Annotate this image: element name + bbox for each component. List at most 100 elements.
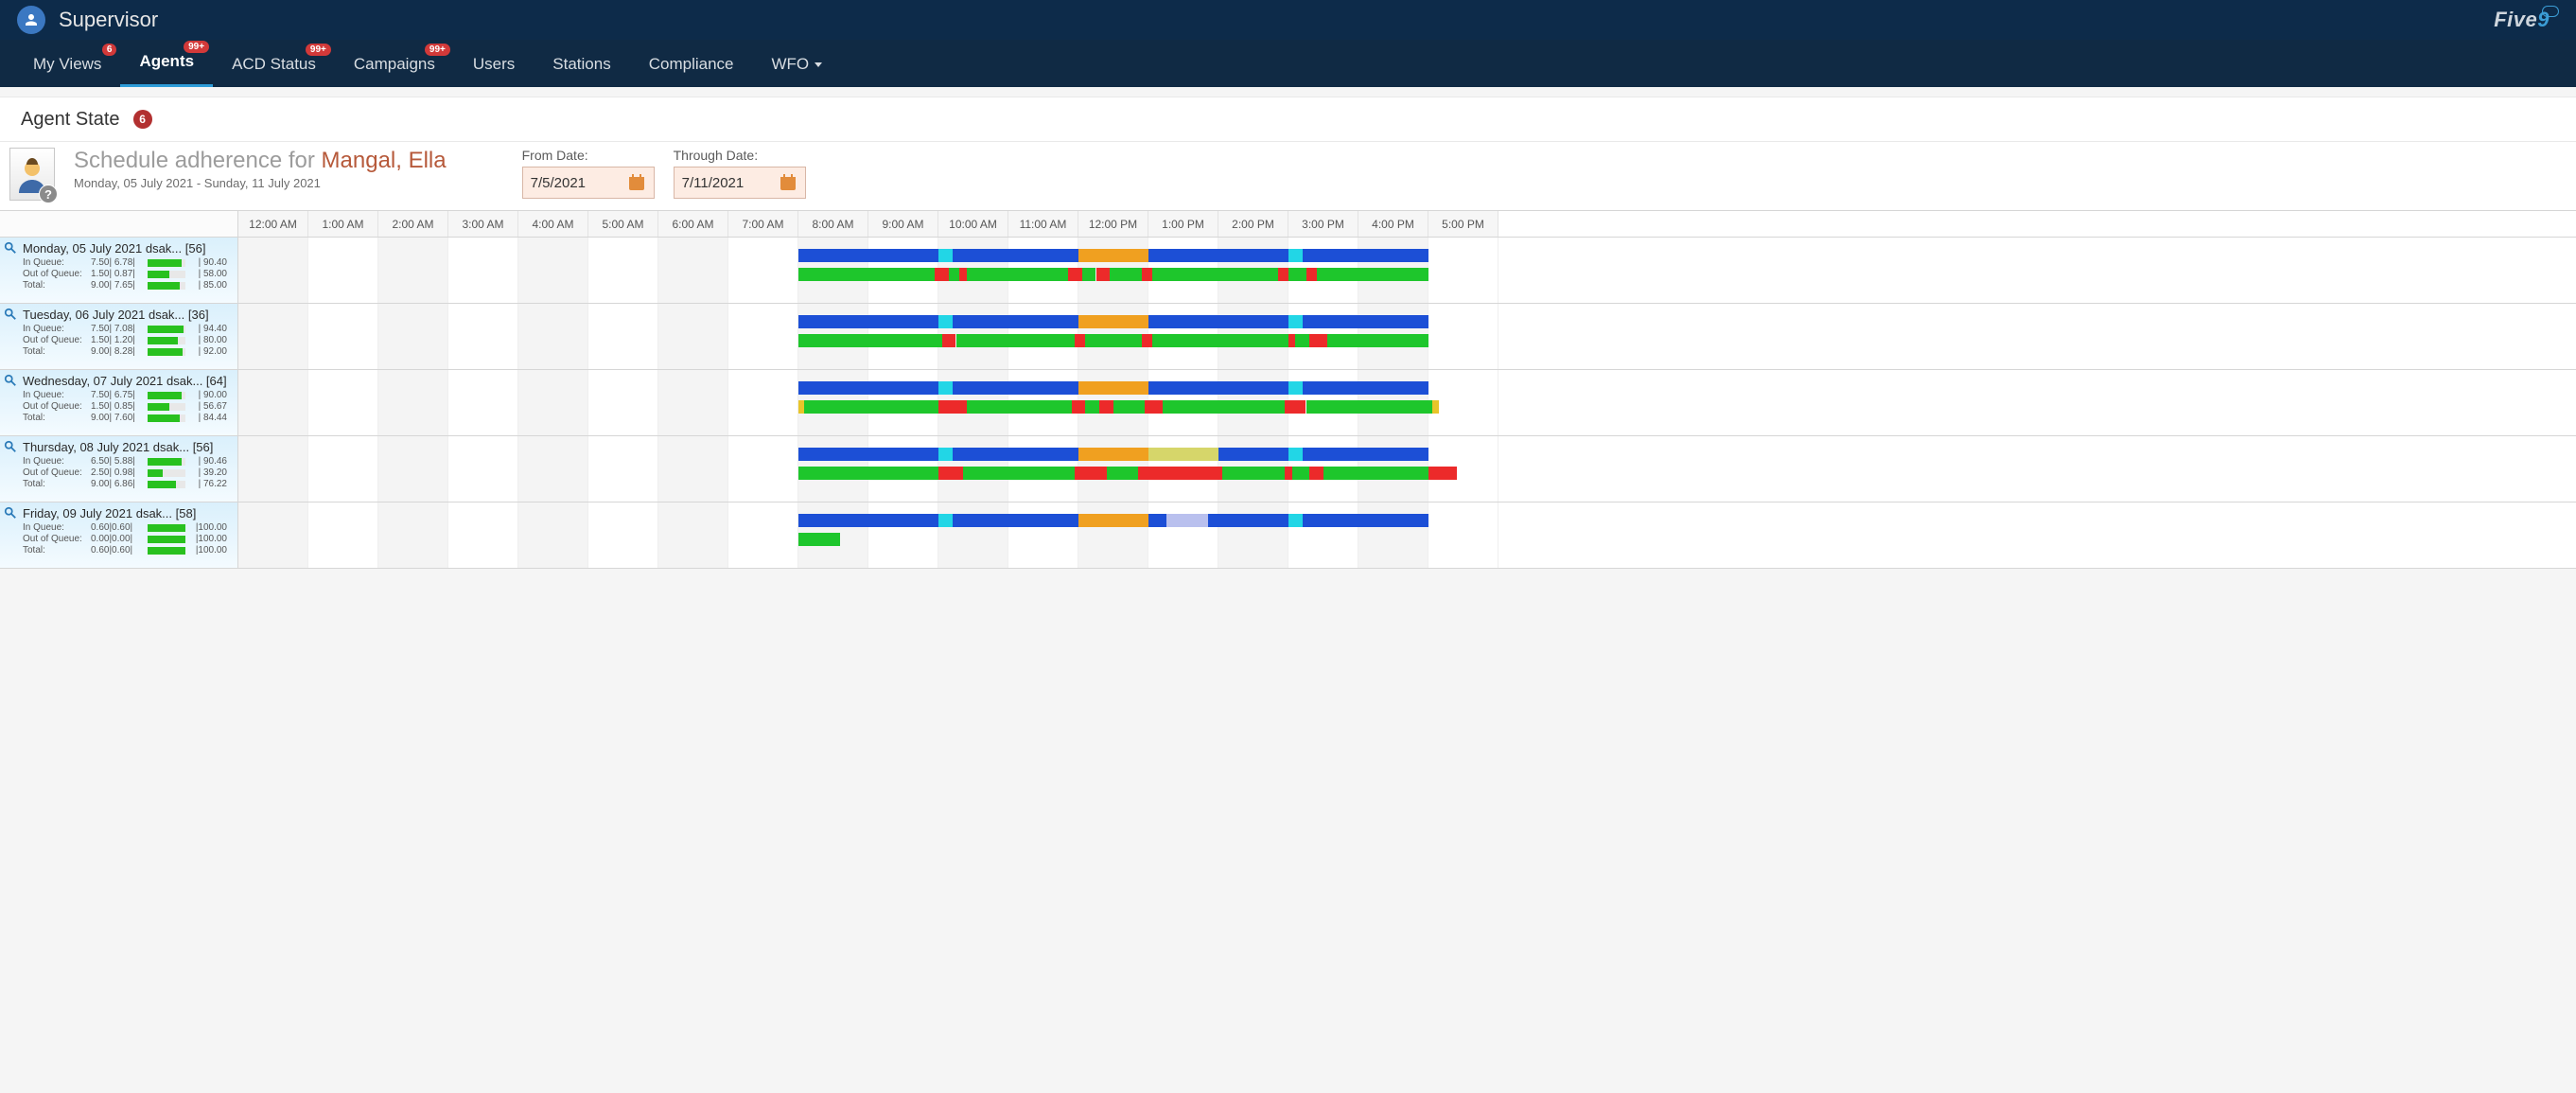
actual-segment[interactable] [1152,334,1288,347]
sched-segment[interactable] [938,381,953,395]
actual-segment[interactable] [1306,400,1432,414]
sched-segment[interactable] [1303,249,1428,262]
through-date-input[interactable] [682,175,758,191]
actual-segment[interactable] [938,467,963,480]
sched-segment[interactable] [953,381,1078,395]
actual-segment[interactable] [1306,268,1317,281]
nav-item-users[interactable]: Users [454,44,534,87]
sched-segment[interactable] [1148,514,1166,527]
sched-segment[interactable] [1166,514,1208,527]
sched-segment[interactable] [1218,448,1288,461]
from-date-input[interactable] [531,175,606,191]
day-gutter[interactable]: Thursday, 08 July 2021 dsak... [56]In Qu… [0,436,238,502]
sched-segment[interactable] [938,249,953,262]
calendar-icon[interactable] [627,173,646,192]
sched-segment[interactable] [1303,315,1428,328]
day-gutter[interactable]: Wednesday, 07 July 2021 dsak... [64]In Q… [0,370,238,435]
calendar-icon[interactable] [779,173,797,192]
actual-segment[interactable] [1309,334,1327,347]
actual-segment[interactable] [967,400,1072,414]
actual-segment[interactable] [1085,400,1099,414]
actual-segment[interactable] [1295,334,1309,347]
actual-segment[interactable] [798,268,935,281]
actual-segment[interactable] [1288,334,1295,347]
sched-segment[interactable] [798,448,938,461]
sched-segment[interactable] [1303,514,1428,527]
actual-segment[interactable] [1145,400,1163,414]
sched-segment[interactable] [798,514,938,527]
sched-segment[interactable] [938,514,953,527]
nav-item-my-views[interactable]: My Views6 [14,44,120,87]
sched-segment[interactable] [938,448,953,461]
magnifier-icon[interactable] [4,374,17,390]
actual-segment[interactable] [1085,334,1141,347]
actual-segment[interactable] [956,334,1076,347]
sched-segment[interactable] [1288,381,1303,395]
magnifier-icon[interactable] [4,241,17,257]
actual-segment[interactable] [1278,268,1288,281]
sched-segment[interactable] [1148,381,1288,395]
actual-segment[interactable] [1138,467,1222,480]
actual-segment[interactable] [959,268,966,281]
sched-segment[interactable] [1303,448,1428,461]
actual-segment[interactable] [1323,467,1428,480]
nav-item-wfo[interactable]: WFO [752,44,841,87]
actual-segment[interactable] [1292,467,1310,480]
sched-segment[interactable] [1288,249,1303,262]
magnifier-icon[interactable] [4,308,17,324]
nav-item-agents[interactable]: Agents99+ [120,41,213,87]
nav-item-compliance[interactable]: Compliance [630,44,753,87]
sched-segment[interactable] [938,315,953,328]
actual-segment[interactable] [1075,467,1106,480]
nav-item-acd-status[interactable]: ACD Status99+ [213,44,335,87]
sched-segment[interactable] [1148,315,1288,328]
sched-segment[interactable] [1078,514,1148,527]
sched-segment[interactable] [1303,381,1428,395]
actual-segment[interactable] [942,334,956,347]
from-date-field[interactable] [522,167,655,199]
user-avatar-icon[interactable] [17,6,45,34]
actual-segment[interactable] [1096,268,1111,281]
actual-segment[interactable] [1142,334,1152,347]
actual-segment[interactable] [1152,268,1278,281]
actual-segment[interactable] [1288,268,1306,281]
through-date-field[interactable] [674,167,806,199]
magnifier-icon[interactable] [4,440,17,456]
sched-segment[interactable] [1078,381,1148,395]
actual-segment[interactable] [967,268,1068,281]
sched-segment[interactable] [1148,249,1288,262]
actual-segment[interactable] [1075,334,1085,347]
actual-segment[interactable] [1113,400,1145,414]
sched-segment[interactable] [1288,514,1303,527]
sched-segment[interactable] [1288,315,1303,328]
day-gutter[interactable]: Friday, 09 July 2021 dsak... [58]In Queu… [0,502,238,568]
sched-segment[interactable] [953,315,1078,328]
actual-segment[interactable] [1142,268,1152,281]
sched-segment[interactable] [1078,448,1148,461]
sched-segment[interactable] [953,448,1078,461]
actual-segment[interactable] [1309,467,1323,480]
sched-segment[interactable] [1208,514,1288,527]
sched-segment[interactable] [953,514,1078,527]
actual-segment[interactable] [1110,268,1141,281]
actual-segment[interactable] [1285,400,1306,414]
actual-segment[interactable] [804,400,938,414]
nav-item-stations[interactable]: Stations [534,44,629,87]
actual-segment[interactable] [1428,467,1457,480]
actual-segment[interactable] [1317,268,1428,281]
magnifier-icon[interactable] [4,506,17,522]
actual-segment[interactable] [935,268,949,281]
sched-segment[interactable] [798,249,938,262]
nav-item-campaigns[interactable]: Campaigns99+ [335,44,454,87]
actual-segment[interactable] [1163,400,1286,414]
sched-segment[interactable] [1078,249,1148,262]
actual-segment[interactable] [1285,467,1291,480]
day-gutter[interactable]: Monday, 05 July 2021 dsak... [56]In Queu… [0,238,238,303]
actual-segment[interactable] [798,334,942,347]
actual-segment[interactable] [1432,400,1439,414]
sched-segment[interactable] [1148,448,1218,461]
sched-segment[interactable] [798,315,938,328]
actual-segment[interactable] [798,533,840,546]
actual-segment[interactable] [1082,268,1096,281]
actual-segment[interactable] [949,268,959,281]
